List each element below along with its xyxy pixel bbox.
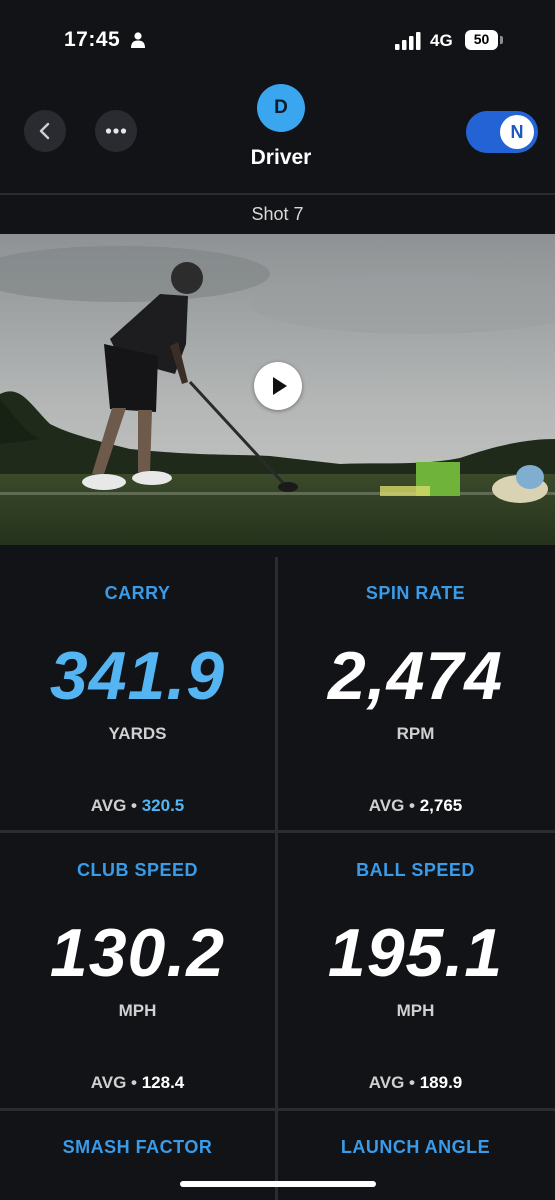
stat-value: 195.1 [327,915,504,991]
play-icon [273,377,287,395]
stat-label: SPIN RATE [365,583,466,603]
avg-value: 320.5 [141,796,185,815]
stat-unit: MPH [396,1001,435,1020]
stat-label: LAUNCH ANGLE [340,1137,491,1157]
stat-average: AVG • 2,765 [278,796,553,816]
back-button[interactable] [24,110,66,152]
play-button[interactable] [254,362,302,410]
person-icon [131,32,145,48]
avg-prefix: AVG • [90,1073,137,1092]
stat-average: AVG • 189.9 [278,1073,553,1093]
stat-card-ball-speed: BALL SPEED 195.1 MPH AVG • 189.9 [278,833,553,1108]
stat-average: AVG • 320.5 [0,796,275,816]
status-bar: 17:45 4G 50 [0,0,555,80]
stat-label: BALL SPEED [356,860,475,880]
shot-detail-screen: 17:45 4G 50 D Driver N Shot 7 CARRY 341.… [0,0,555,1200]
stat-value: 130.2 [49,915,226,991]
stat-label: CARRY [104,583,171,603]
avg-value: 189.9 [419,1073,463,1092]
stat-unit: RPM [396,724,435,743]
club-name: Driver [250,146,312,169]
header-divider [0,193,555,195]
stat-card-carry: CARRY 341.9 YARDS AVG • 320.5 [0,557,275,830]
stat-unit: YARDS [108,724,167,743]
avg-value: 128.4 [141,1073,185,1092]
avg-prefix: AVG • [368,796,415,815]
stat-label: CLUB SPEED [76,860,198,880]
battery-icon: 50 [465,30,505,52]
more-icon [105,128,127,134]
more-options-button[interactable] [95,110,137,152]
back-icon [39,122,50,140]
unit-toggle[interactable]: N [466,111,538,153]
home-indicator[interactable] [180,1181,376,1187]
stat-card-club-speed: CLUB SPEED 130.2 MPH AVG • 128.4 [0,833,275,1108]
status-time: 17:45 [64,28,121,51]
network-label: 4G [430,31,453,50]
avg-prefix: AVG • [90,796,137,815]
battery-level: 50 [473,31,490,47]
stat-average: AVG • 128.4 [0,1073,275,1093]
avg-value: 2,765 [419,796,463,815]
avg-prefix: AVG • [368,1073,415,1092]
club-avatar: D [257,84,305,132]
stat-value: 2,474 [327,638,504,714]
shot-label: Shot 7 [251,204,304,224]
stat-value: 341.9 [49,638,226,714]
unit-toggle-knob: N [500,115,534,149]
signal-icon [395,32,421,50]
stat-unit: MPH [118,1001,157,1020]
stat-card-spin-rate: SPIN RATE 2,474 RPM AVG • 2,765 [278,557,553,830]
stat-label: SMASH FACTOR [62,1137,213,1157]
